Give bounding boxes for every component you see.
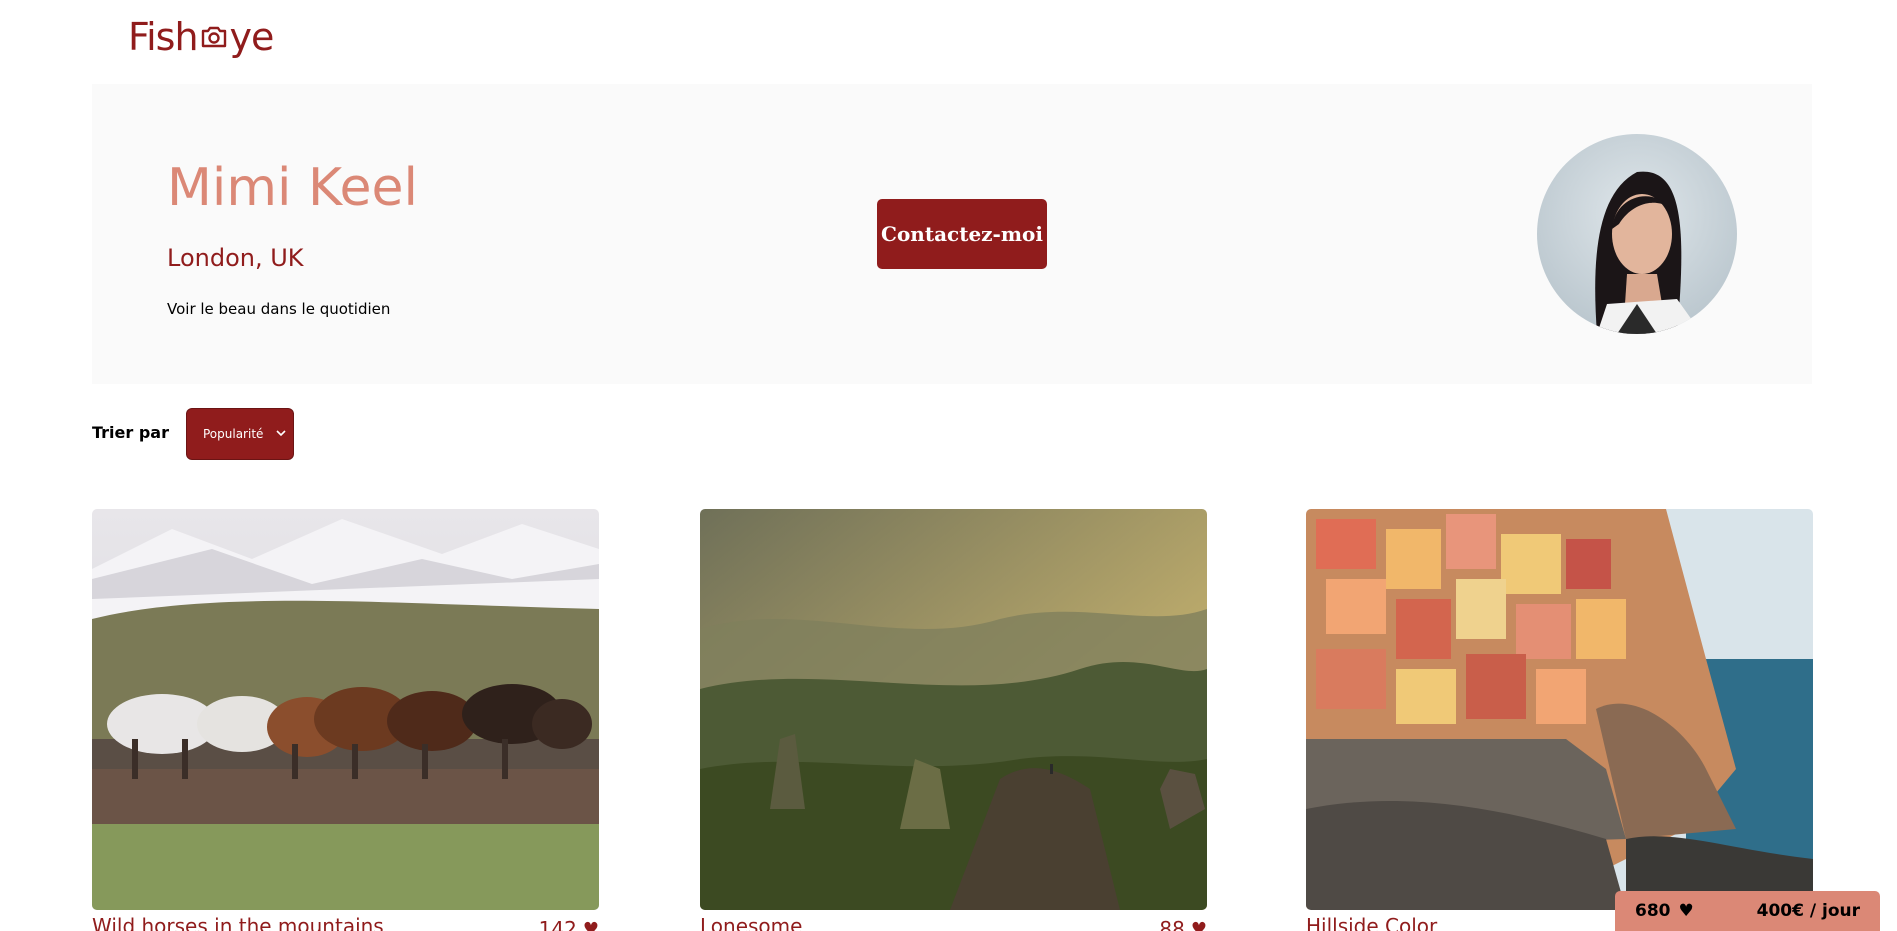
media-title: Wild horses in the mountains: [92, 914, 384, 931]
heart-icon: ♥: [1678, 901, 1694, 921]
media-info: Lonesome 88 ♥: [700, 914, 1207, 931]
media-thumbnail[interactable]: [700, 509, 1207, 910]
photographer-tagline: Voir le beau dans le quotidien: [167, 300, 391, 318]
contact-button[interactable]: Contactez-moi: [877, 199, 1047, 269]
total-likes: 680 ♥: [1635, 901, 1694, 921]
photographer-name: Mimi Keel: [167, 158, 418, 218]
media-likes-count: 88: [1159, 917, 1185, 931]
photographer-portrait: [1537, 134, 1737, 334]
chevron-down-icon: [276, 430, 286, 437]
media-card: Lonesome 88 ♥: [700, 509, 1207, 931]
media-card: Hillside Color: [1306, 509, 1813, 931]
stats-bar: 680 ♥ 400€ / jour: [1615, 891, 1880, 931]
media-card: Wild horses in the mountains 142 ♥: [92, 509, 599, 931]
heart-icon[interactable]: ♥: [583, 919, 599, 931]
media-title: Lonesome: [700, 914, 803, 931]
camera-icon: [201, 26, 226, 48]
media-thumbnail[interactable]: [92, 509, 599, 910]
media-likes: 142 ♥: [539, 914, 599, 931]
media-likes-count: 142: [538, 917, 577, 931]
fisheye-logo[interactable]: Fish ye: [128, 15, 275, 59]
logo-text-suffix: ye: [229, 15, 275, 59]
sort-select[interactable]: Popularité: [187, 409, 293, 459]
heart-icon[interactable]: ♥: [1191, 919, 1207, 931]
media-info: Wild horses in the mountains 142 ♥: [92, 914, 599, 931]
sort-selected-value: Popularité: [203, 427, 264, 441]
media-title: Hillside Color: [1306, 914, 1438, 931]
sort-label: Trier par: [92, 423, 169, 442]
daily-price: 400€ / jour: [1756, 901, 1860, 921]
media-thumbnail[interactable]: [1306, 509, 1813, 910]
total-likes-count: 680: [1635, 901, 1671, 921]
photographer-header: Mimi Keel London, UK Voir le beau dans l…: [92, 84, 1812, 384]
logo-text-prefix: Fish: [128, 15, 199, 59]
photographer-location: London, UK: [167, 244, 304, 272]
media-likes: 88 ♥: [1159, 914, 1207, 931]
